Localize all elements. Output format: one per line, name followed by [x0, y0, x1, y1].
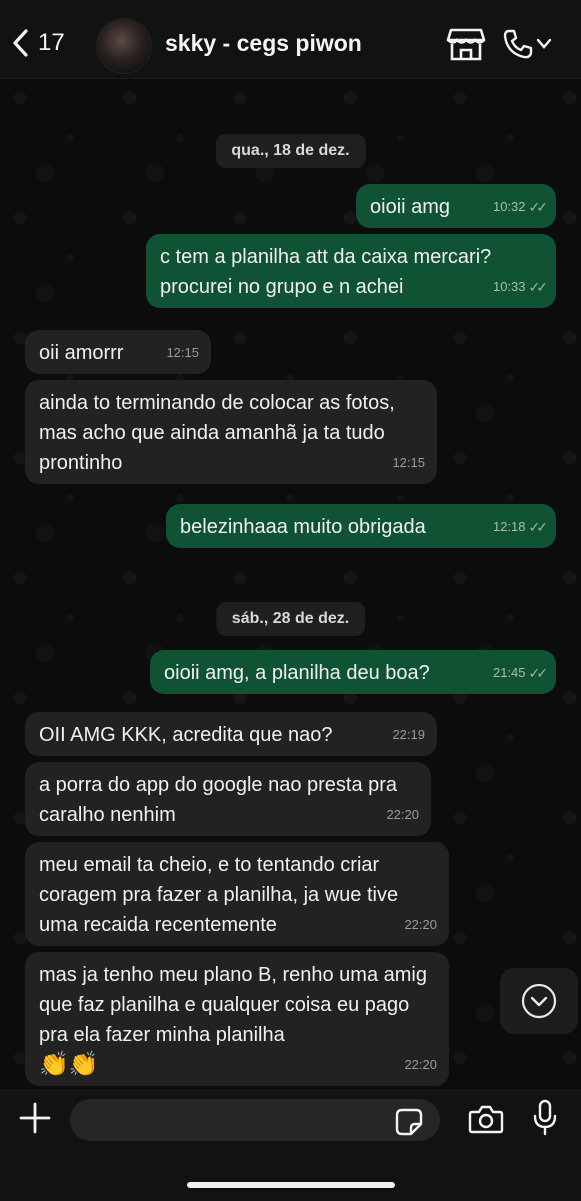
- message-bubble-incoming[interactable]: mas ja tenho meu plano B, renho uma amig…: [25, 952, 449, 1086]
- microphone-icon: [533, 1099, 557, 1136]
- message-time: 12:18: [492, 519, 526, 534]
- message-meta: 22:20: [386, 800, 419, 830]
- read-receipt-icon: ✓✓: [528, 519, 549, 535]
- message-time: 22:19: [392, 727, 425, 742]
- message-meta: 12:15: [166, 338, 199, 368]
- voice-message-button[interactable]: [532, 1099, 558, 1142]
- chevron-down-icon: [536, 38, 552, 49]
- scroll-to-bottom-button[interactable]: [500, 968, 578, 1034]
- sticker-button[interactable]: [394, 1107, 424, 1142]
- message-bubble-incoming[interactable]: meu email ta cheio, e to tentando criar …: [25, 842, 449, 946]
- message-meta: 10:33 ✓✓: [492, 272, 549, 302]
- message-bubble-incoming[interactable]: ainda to terminando de colocar as fotos,…: [25, 380, 437, 484]
- store-button[interactable]: [446, 26, 486, 67]
- camera-button[interactable]: [468, 1103, 504, 1140]
- message-meta: 12:18 ✓✓: [492, 512, 549, 542]
- chevron-left-icon: [13, 29, 28, 57]
- message-meta: 12:15: [392, 448, 425, 478]
- avatar[interactable]: [96, 18, 152, 74]
- message-meta: 22:20: [404, 910, 437, 940]
- message-meta: 21:45 ✓✓: [492, 658, 549, 688]
- message-time: 10:32: [492, 199, 526, 214]
- message-meta: 22:20: [404, 1050, 437, 1080]
- message-input[interactable]: [70, 1099, 440, 1141]
- contact-name[interactable]: skky - cegs piwon: [165, 30, 362, 57]
- message-text: oioii amg, a planilha deu boa?: [164, 662, 430, 684]
- chevron-down-circle-icon: [521, 983, 557, 1019]
- read-receipt-icon: ✓✓: [528, 665, 549, 681]
- message-bubble-incoming[interactable]: oii amorrr 12:15: [25, 330, 211, 374]
- message-text: c tem a planilha att da caixa mercari? p…: [160, 246, 492, 298]
- message-text: OII AMG KKK, acredita que nao?: [39, 724, 333, 746]
- sticker-icon: [395, 1108, 423, 1136]
- message-text: ainda to terminando de colocar as fotos,…: [39, 392, 395, 474]
- message-bubble-outgoing[interactable]: c tem a planilha att da caixa mercari? p…: [146, 234, 556, 308]
- message-text: belezinhaaa muito obrigada: [180, 516, 426, 538]
- call-button[interactable]: [502, 28, 552, 65]
- store-icon: [446, 28, 486, 61]
- message-time: 22:20: [404, 1057, 437, 1072]
- message-time: 22:20: [386, 807, 419, 822]
- message-bubble-outgoing[interactable]: oioii amg 10:32 ✓✓: [356, 184, 556, 228]
- attach-button[interactable]: [18, 1101, 52, 1140]
- message-bubble-outgoing[interactable]: oioii amg, a planilha deu boa? 21:45 ✓✓: [150, 650, 556, 694]
- message-time: 12:15: [392, 455, 425, 470]
- phone-icon: [503, 29, 533, 59]
- message-meta: 10:32 ✓✓: [492, 192, 549, 222]
- camera-icon: [468, 1105, 504, 1134]
- clapping-hands-emoji: 👏👏: [39, 1051, 99, 1078]
- message-text: meu email ta cheio, e to tentando criar …: [39, 854, 399, 936]
- back-button[interactable]: 17: [10, 28, 65, 58]
- message-bubble-incoming[interactable]: OII AMG KKK, acredita que nao? 22:19: [25, 712, 437, 756]
- chat-header: 17 skky - cegs piwon: [0, 0, 581, 79]
- message-text: oii amorrr: [39, 342, 124, 364]
- unread-count: 17: [38, 29, 65, 56]
- message-bubble-incoming[interactable]: a porra do app do google nao presta pra …: [25, 762, 431, 836]
- read-receipt-icon: ✓✓: [528, 199, 549, 215]
- message-text: a porra do app do google nao presta pra …: [39, 774, 398, 826]
- message-time: 22:20: [404, 917, 437, 932]
- message-time: 12:15: [166, 345, 199, 360]
- plus-icon: [19, 1102, 51, 1134]
- read-receipt-icon: ✓✓: [528, 279, 549, 295]
- date-separator: qua., 18 de dez.: [215, 134, 366, 168]
- message-time: 21:45: [492, 665, 526, 680]
- home-indicator[interactable]: [187, 1182, 395, 1188]
- message-bubble-outgoing[interactable]: belezinhaaa muito obrigada 12:18 ✓✓: [166, 504, 556, 548]
- message-meta: 22:19: [392, 720, 425, 750]
- message-text: oioii amg: [370, 196, 451, 218]
- message-time: 10:33: [492, 279, 526, 294]
- date-separator: sáb., 28 de dez.: [215, 602, 366, 636]
- message-text: mas ja tenho meu plano B, renho uma amig…: [39, 964, 427, 1046]
